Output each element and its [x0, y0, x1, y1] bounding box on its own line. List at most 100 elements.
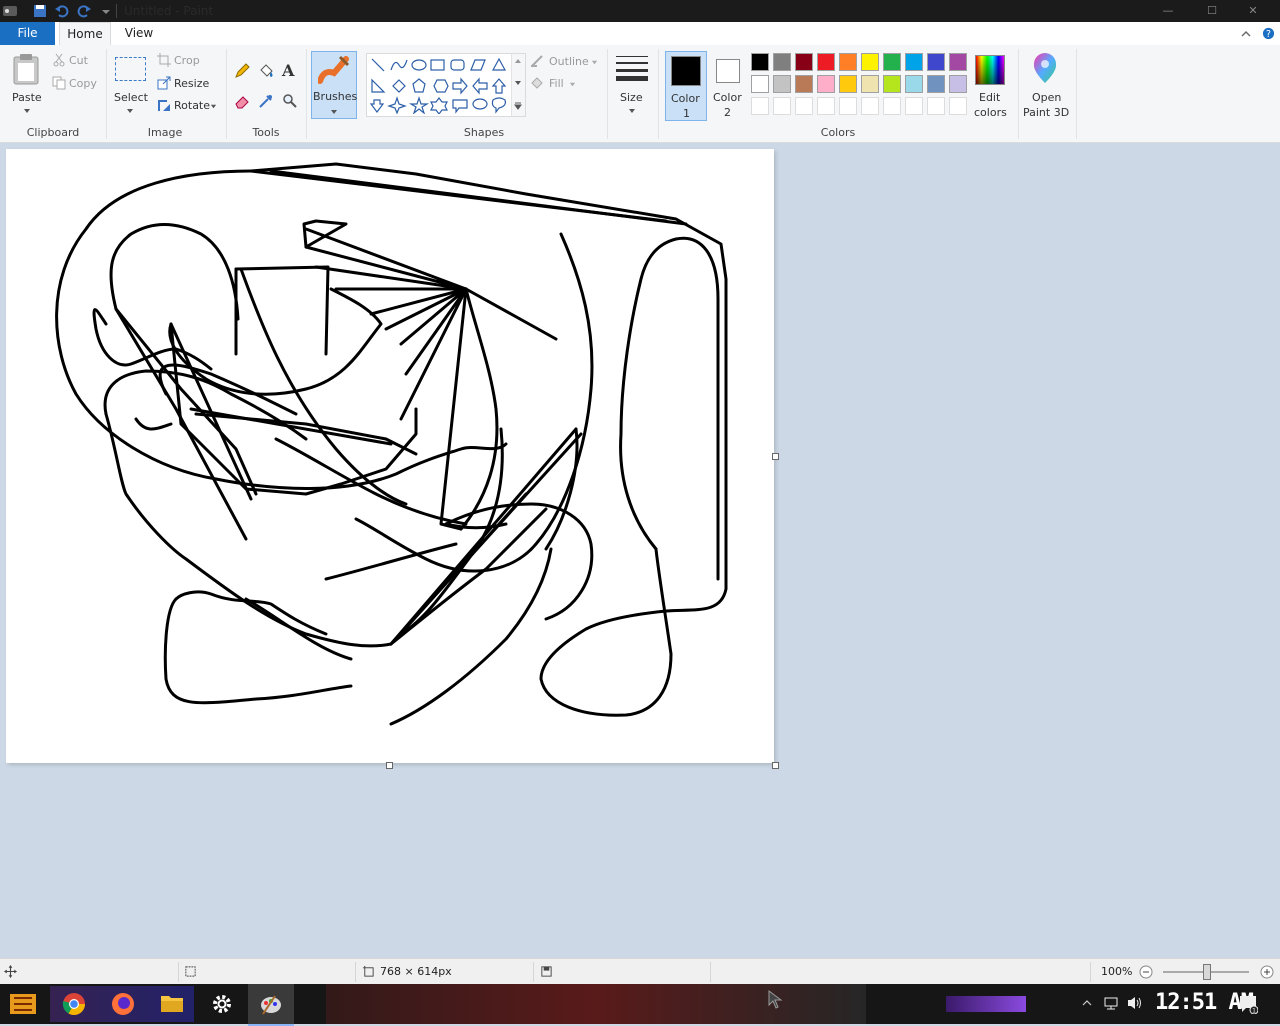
palette-empty-swatch[interactable]: [905, 97, 923, 115]
palette-color-swatch[interactable]: [795, 75, 813, 93]
show-hidden-icons-icon[interactable]: [1082, 998, 1092, 1008]
eraser-icon[interactable]: [234, 93, 250, 109]
save-icon[interactable]: [32, 3, 48, 19]
shapes-icons[interactable]: [369, 56, 509, 114]
canvas-size-icon: [362, 965, 374, 977]
status-divider: [1090, 962, 1091, 982]
collapse-ribbon-icon[interactable]: [1240, 28, 1252, 40]
firefox-icon[interactable]: [111, 992, 135, 1016]
size-button[interactable]: Size: [612, 51, 652, 117]
minimize-button[interactable]: —: [1153, 3, 1183, 19]
customize-quick-access-icon[interactable]: [98, 3, 114, 19]
brushes-label: Brushes: [313, 90, 358, 103]
select-button[interactable]: Select: [110, 53, 152, 119]
cursor-position-icon: [4, 965, 17, 978]
palette-empty-swatch[interactable]: [927, 97, 945, 115]
fill-bucket-icon[interactable]: [258, 63, 274, 79]
rotate-button[interactable]: Rotate: [157, 98, 223, 114]
brushes-button[interactable]: Brushes: [311, 51, 357, 119]
copy-button[interactable]: Copy: [52, 76, 102, 92]
shapes-gallery[interactable]: [366, 53, 526, 117]
scroll-down-icon[interactable]: [514, 79, 522, 87]
palette-color-swatch[interactable]: [751, 75, 769, 93]
chevron-down-icon: [569, 82, 576, 87]
color1-button[interactable]: Color 1: [665, 51, 707, 121]
palette-color-swatch[interactable]: [905, 75, 923, 93]
divider: [116, 4, 117, 18]
zoom-in-icon[interactable]: [1260, 965, 1274, 979]
zoom-out-icon[interactable]: [1139, 965, 1153, 979]
paste-button[interactable]: Paste: [6, 49, 46, 119]
palette-color-swatch[interactable]: [817, 53, 835, 71]
window-title: Untitled - Paint: [124, 4, 214, 18]
resize-handle-right[interactable]: [772, 453, 779, 460]
file-explorer-icon[interactable]: [160, 992, 184, 1014]
canvas-workspace[interactable]: [0, 143, 1280, 958]
expand-gallery-icon[interactable]: [514, 102, 522, 110]
drawing-canvas[interactable]: [6, 149, 774, 763]
palette-color-swatch[interactable]: [883, 75, 901, 93]
close-button[interactable]: ✕: [1238, 3, 1268, 19]
notification-center-icon[interactable]: 1: [1238, 994, 1258, 1014]
palette-color-swatch[interactable]: [839, 53, 857, 71]
group-divider: [1018, 49, 1019, 139]
palette-empty-swatch[interactable]: [839, 97, 857, 115]
zoom-slider-thumb[interactable]: [1203, 964, 1211, 980]
palette-empty-swatch[interactable]: [883, 97, 901, 115]
taskbar-paint-active[interactable]: [248, 984, 294, 1026]
chrome-icon[interactable]: [62, 992, 86, 1016]
palette-color-swatch[interactable]: [861, 53, 879, 71]
network-icon[interactable]: [1103, 995, 1119, 1011]
tab-home[interactable]: Home: [59, 22, 111, 46]
magnifier-icon[interactable]: [282, 93, 298, 109]
volume-icon[interactable]: [1126, 995, 1144, 1011]
outline-button[interactable]: Outline: [530, 54, 602, 70]
palette-color-swatch[interactable]: [927, 53, 945, 71]
crop-button[interactable]: Crop: [157, 53, 217, 69]
group-divider: [658, 49, 659, 139]
palette-color-swatch[interactable]: [751, 53, 769, 71]
palette-color-swatch[interactable]: [839, 75, 857, 93]
palette-color-swatch[interactable]: [817, 75, 835, 93]
edit-colors-button[interactable]: Edit colors: [970, 51, 1010, 121]
redo-icon[interactable]: [76, 3, 92, 19]
text-tool-icon[interactable]: A: [282, 61, 294, 80]
palette-empty-swatch[interactable]: [773, 97, 791, 115]
scroll-up-icon[interactable]: [514, 57, 522, 65]
palette-color-swatch[interactable]: [949, 53, 967, 71]
palette-color-swatch[interactable]: [927, 75, 945, 93]
palette-empty-swatch[interactable]: [751, 97, 769, 115]
status-divider: [355, 962, 356, 982]
clipboard-icon: [13, 54, 39, 85]
color2-button[interactable]: Color 2: [708, 51, 748, 119]
palette-empty-swatch[interactable]: [795, 97, 813, 115]
color1-label: Color: [671, 92, 700, 105]
cut-button[interactable]: Cut: [52, 53, 102, 69]
shapes-scrollbar[interactable]: [511, 54, 525, 116]
chevron-down-icon: [24, 109, 30, 113]
tab-view[interactable]: View: [116, 22, 162, 45]
undo-icon[interactable]: [54, 3, 70, 19]
palette-color-swatch[interactable]: [795, 53, 813, 71]
palette-color-swatch[interactable]: [861, 75, 879, 93]
settings-gear-icon[interactable]: [210, 992, 234, 1016]
pencil-icon[interactable]: [234, 63, 250, 79]
open-paint3d-button[interactable]: Open Paint 3D: [1020, 51, 1072, 121]
palette-empty-swatch[interactable]: [949, 97, 967, 115]
resize-button[interactable]: Resize: [157, 76, 217, 92]
color-picker-icon[interactable]: [258, 93, 274, 109]
help-icon[interactable]: ?: [1262, 27, 1275, 40]
tab-file[interactable]: File: [0, 22, 55, 45]
palette-color-swatch[interactable]: [883, 53, 901, 71]
resize-handle-bottom[interactable]: [386, 762, 393, 769]
palette-color-swatch[interactable]: [773, 75, 791, 93]
palette-color-swatch[interactable]: [905, 53, 923, 71]
maximize-button[interactable]: ☐: [1197, 3, 1227, 19]
palette-color-swatch[interactable]: [949, 75, 967, 93]
fill-button[interactable]: Fill: [530, 76, 590, 92]
resize-handle-corner[interactable]: [772, 762, 779, 769]
palette-color-swatch[interactable]: [773, 53, 791, 71]
palette-empty-swatch[interactable]: [861, 97, 879, 115]
start-icon[interactable]: [8, 990, 38, 1018]
palette-empty-swatch[interactable]: [817, 97, 835, 115]
